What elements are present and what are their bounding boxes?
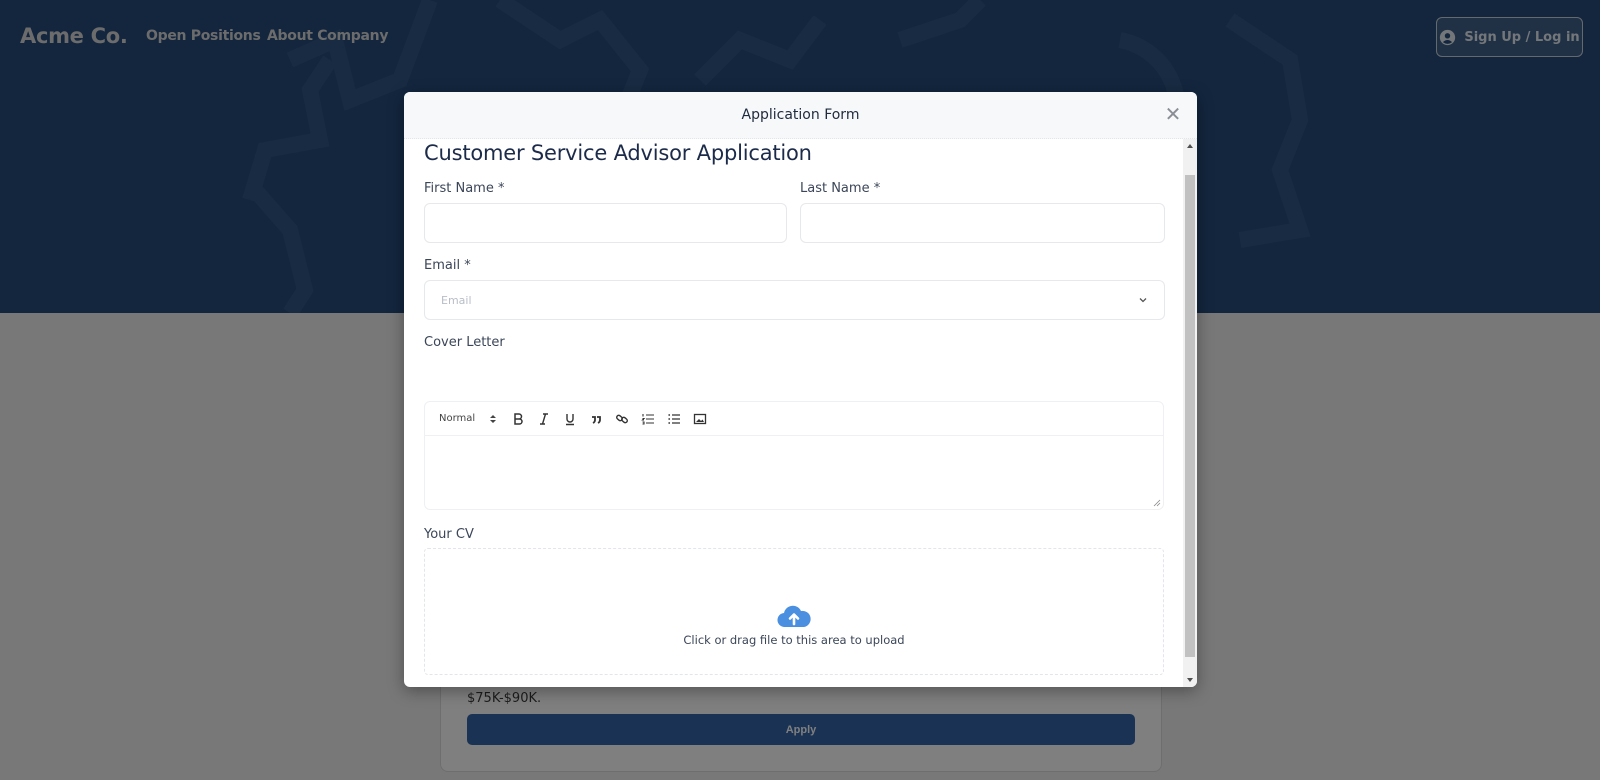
first-name-label: First Name * — [424, 181, 505, 196]
application-form-modal: Application Form ✕ Customer Service Advi… — [404, 92, 1197, 687]
bold-button[interactable] — [505, 409, 531, 429]
bullet-list-button[interactable] — [661, 409, 687, 429]
chevron-down-icon — [1139, 298, 1147, 303]
image-icon — [693, 413, 707, 424]
scroll-up-arrow[interactable] — [1183, 139, 1197, 153]
cover-letter-editor: Normal — [424, 401, 1164, 510]
bold-icon — [514, 412, 523, 425]
updown-arrows-icon — [490, 414, 496, 423]
ordered-list-icon — [641, 413, 654, 425]
ordered-list-button[interactable] — [635, 409, 661, 429]
cv-label: Your CV — [424, 527, 474, 542]
image-button[interactable] — [687, 409, 713, 429]
format-select-value: Normal — [439, 413, 476, 424]
cover-letter-textarea[interactable] — [425, 436, 1163, 509]
underline-button[interactable] — [557, 409, 583, 429]
italic-icon — [540, 412, 548, 425]
italic-button[interactable] — [531, 409, 557, 429]
scroll-thumb[interactable] — [1185, 175, 1195, 657]
bullet-list-icon — [668, 413, 680, 424]
link-button[interactable] — [609, 409, 635, 429]
resize-handle-icon[interactable] — [1153, 499, 1161, 507]
blockquote-button[interactable] — [583, 409, 609, 429]
caret-up-icon — [1187, 144, 1193, 148]
modal-header: Application Form ✕ — [404, 92, 1197, 139]
first-name-input[interactable] — [425, 204, 786, 242]
upload-instructions: Click or drag file to this area to uploa… — [683, 632, 905, 647]
modal-body: Customer Service Advisor Application Fir… — [404, 139, 1183, 687]
form-heading: Customer Service Advisor Application — [424, 141, 812, 165]
editor-toolbar: Normal — [425, 402, 1163, 436]
email-select[interactable]: Email — [424, 280, 1165, 320]
caret-down-icon — [1187, 678, 1193, 682]
format-select[interactable]: Normal — [439, 413, 497, 424]
scroll-down-arrow[interactable] — [1183, 673, 1197, 687]
quote-icon — [592, 415, 601, 424]
modal-title: Application Form — [741, 107, 860, 123]
email-label: Email * — [424, 258, 471, 273]
cloud-upload-icon — [777, 605, 811, 627]
link-icon — [616, 414, 628, 423]
last-name-label: Last Name * — [800, 181, 881, 196]
underline-icon — [566, 413, 574, 425]
email-placeholder: Email — [441, 293, 472, 307]
first-name-field — [424, 203, 787, 243]
modal-scrollbar[interactable] — [1183, 139, 1197, 687]
cover-letter-label: Cover Letter — [424, 335, 505, 350]
last-name-field — [800, 203, 1165, 243]
cv-upload-dropzone[interactable]: Click or drag file to this area to uploa… — [424, 548, 1164, 675]
last-name-input[interactable] — [801, 204, 1164, 242]
close-icon[interactable]: ✕ — [1163, 104, 1183, 124]
